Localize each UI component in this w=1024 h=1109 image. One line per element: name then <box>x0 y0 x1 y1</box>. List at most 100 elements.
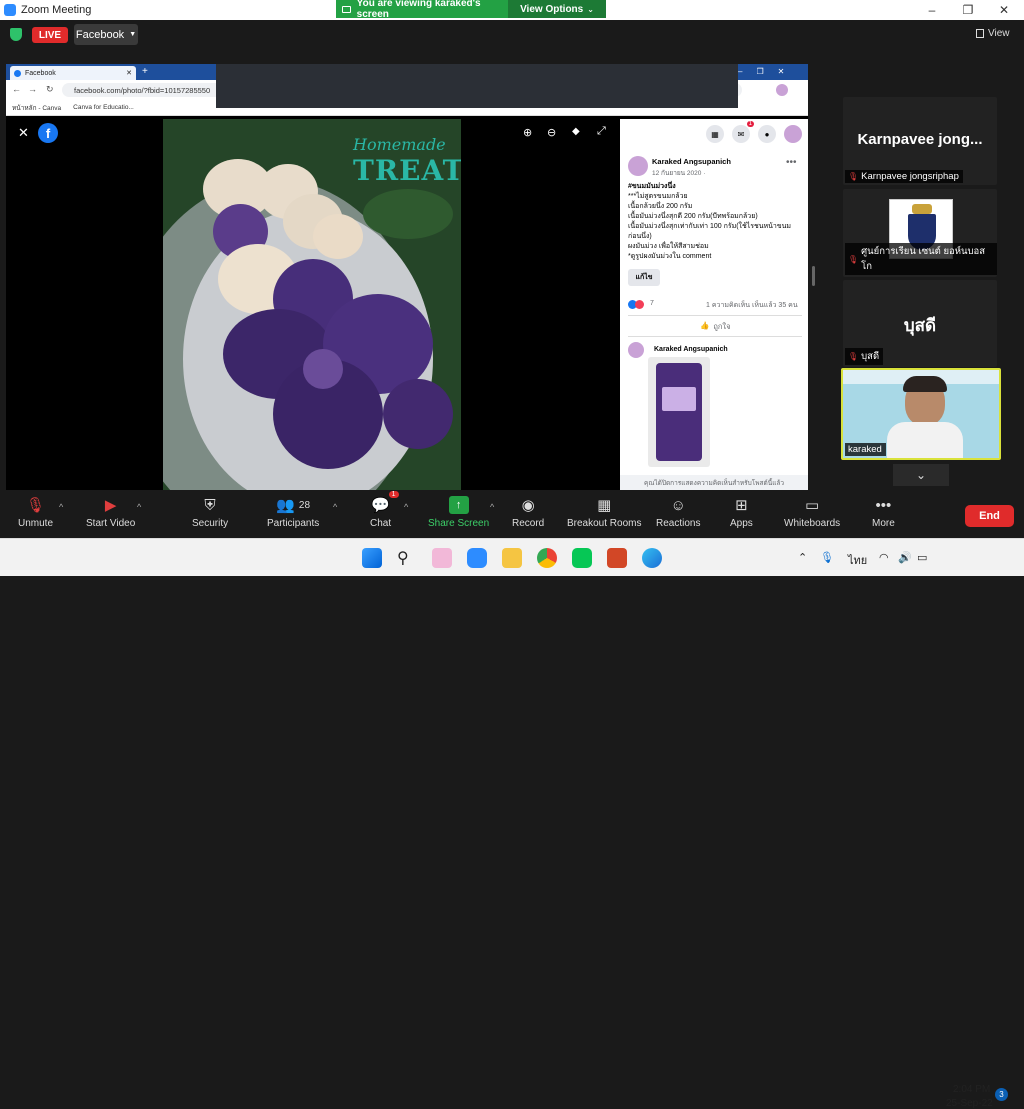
apps-button[interactable]: ⊞ Apps <box>730 496 753 529</box>
security-button[interactable]: ⛨ Security <box>192 496 228 530</box>
meeting-toolbar: 🎙 Unmute ^ ▶ Start Video ^ ⛨ Security 👥 2… <box>0 491 1024 538</box>
commenter-avatar[interactable] <box>628 342 644 358</box>
active-speaker-tile[interactable]: karaked <box>841 368 1001 460</box>
messenger-icon[interactable]: ✉ 1 <box>732 121 754 143</box>
thumbs-up-icon: 👍 <box>700 321 710 330</box>
commenter-name[interactable]: Karaked Angsupanich <box>654 346 728 353</box>
chrome-icon[interactable] <box>537 548 557 568</box>
start-menu-icon[interactable] <box>362 548 382 568</box>
zoom-out-icon[interactable]: ⊖ <box>547 126 556 139</box>
post-line: ***ไม่สูตรขนมกล้วย <box>628 193 688 200</box>
edge-icon[interactable] <box>642 548 662 568</box>
microphone-icon[interactable]: 🎙 <box>820 551 834 564</box>
participant-display-name: บุสดี <box>903 316 937 335</box>
audio-options-caret[interactable]: ^ <box>59 502 63 512</box>
participant-name: karaked <box>848 444 882 455</box>
reaction-count[interactable]: 7 <box>650 300 654 307</box>
chat-options-caret[interactable]: ^ <box>404 502 408 512</box>
forward-arrow-icon[interactable]: → <box>28 84 37 94</box>
screen-share-icon <box>342 5 351 13</box>
edit-post-button[interactable]: แก้ไข <box>628 269 660 286</box>
video-options-caret[interactable]: ^ <box>137 502 141 512</box>
post-author[interactable]: Karaked Angsupanich <box>652 157 731 166</box>
security-shield-icon[interactable] <box>10 28 22 41</box>
zoom-in-icon[interactable]: ⊕ <box>523 126 532 139</box>
bell-icon[interactable]: ● <box>758 125 776 143</box>
browser-tab[interactable]: Facebook ✕ <box>10 66 136 80</box>
clock-time[interactable]: 2:04 PM <box>953 1084 990 1095</box>
splitter-handle[interactable] <box>812 266 815 286</box>
close-viewer-icon[interactable]: ✕ <box>18 125 29 141</box>
windows-taskbar: ⚲ ⌃ 🎙 ไทย ◠ 🔊 ▭ 2:04 PM 25-Sep-22 3 <box>0 538 1024 1109</box>
live-platform-dropdown[interactable]: Facebook ▼ <box>74 24 138 45</box>
unmute-button[interactable]: 🎙 Unmute <box>18 496 53 529</box>
like-button[interactable]: 👍 ถูกใจ <box>700 321 730 333</box>
share-options-caret[interactable]: ^ <box>490 502 494 512</box>
bookmark-item[interactable]: Canva for Educatio... <box>73 104 134 111</box>
bookmark-item[interactable]: หน้าหลัก - Canva <box>12 103 61 113</box>
record-button[interactable]: ◉ Record <box>512 496 544 529</box>
participants-button[interactable]: 👥 28 Participants <box>267 496 319 529</box>
minimize-button[interactable]: – <box>914 0 950 20</box>
post-line: ผงมันม่วง เพื่อให้สีสามช่อม <box>628 243 709 250</box>
whiteboards-button[interactable]: ▭ Whiteboards <box>784 496 840 529</box>
author-avatar[interactable] <box>628 156 648 176</box>
breakout-rooms-button[interactable]: ▦ Breakout Rooms <box>567 496 641 529</box>
tray-chevron-up-icon[interactable]: ⌃ <box>798 551 807 564</box>
clock-date[interactable]: 25-Sep-22 <box>946 1098 993 1109</box>
volume-icon[interactable]: 🔊 <box>898 551 912 564</box>
profile-avatar[interactable] <box>784 125 802 143</box>
menu-grid-icon[interactable]: ▦ <box>706 125 724 143</box>
caret-down-icon: ▼ <box>129 31 137 38</box>
reactions-button[interactable]: ☺ Reactions <box>656 496 700 530</box>
fullscreen-icon[interactable]: ⤢ <box>597 125 606 138</box>
participant-label: 🎙 บุสดี <box>845 348 884 365</box>
profile-avatar-icon[interactable] <box>776 84 788 96</box>
participants-options-caret[interactable]: ^ <box>333 502 337 512</box>
view-options-button[interactable]: View Options ⌄ <box>508 0 606 18</box>
redacted-area <box>216 64 738 108</box>
browser-window-controls: –❐✕ <box>738 67 799 76</box>
chat-icon: 💬 1 <box>371 491 399 514</box>
new-tab-icon[interactable]: + <box>142 66 148 77</box>
participants-label: Participants <box>267 518 320 529</box>
post-options-icon[interactable]: ••• <box>786 157 797 168</box>
facebook-logo-icon[interactable]: f <box>38 123 58 143</box>
view-label: View <box>988 27 1010 39</box>
input-language[interactable]: ไทย <box>848 551 867 569</box>
reload-icon[interactable]: ↻ <box>46 84 54 95</box>
record-icon: ◉ <box>521 497 535 514</box>
view-button[interactable]: View <box>976 26 1020 40</box>
tab-close-icon[interactable]: ✕ <box>126 69 132 77</box>
video-off-icon: ▶ <box>104 497 117 514</box>
search-icon[interactable]: ⚲ <box>397 548 417 568</box>
chat-button[interactable]: 💬 1 Chat <box>370 491 399 529</box>
breakout-label: Breakout Rooms <box>567 518 642 529</box>
post-date[interactable]: 12 กันยายน 2020 · <box>652 168 705 178</box>
powerpoint-icon[interactable] <box>607 548 627 568</box>
file-explorer-icon[interactable] <box>502 548 522 568</box>
restore-button[interactable]: ❐ <box>950 0 986 20</box>
back-arrow-icon[interactable]: ← <box>12 84 21 94</box>
share-screen-button[interactable]: ↑ Share Screen <box>428 496 489 529</box>
tag-icon[interactable]: ◆ <box>572 126 580 137</box>
comment-image[interactable] <box>648 357 710 467</box>
scroll-down-button[interactable]: ⌄ <box>893 464 949 486</box>
more-button[interactable]: ••• More <box>872 496 895 530</box>
end-meeting-button[interactable]: End <box>965 505 1014 527</box>
battery-icon[interactable]: ▭ <box>917 551 927 564</box>
live-badge[interactable]: LIVE <box>32 27 68 43</box>
participant-tile[interactable]: Karnpavee jong... 🎙 Karnpavee jongsripha… <box>843 97 997 185</box>
close-button[interactable]: ✕ <box>986 0 1022 20</box>
participant-tile[interactable]: บุสดี 🎙 บุสดี <box>843 280 997 367</box>
wifi-icon[interactable]: ◠ <box>879 551 889 564</box>
notification-count-badge[interactable]: 3 <box>995 1088 1008 1101</box>
post-stats[interactable]: 1 ความคิดเห็น เห็นแล้ว 35 คน <box>706 300 798 311</box>
participant-name: บุสดี <box>861 351 880 362</box>
participant-tile[interactable]: 🎙 ศูนย์การเรียน เซนต์ ยอห์นบอสโก <box>843 189 997 277</box>
zoom-taskbar-icon[interactable] <box>467 548 487 568</box>
snipping-tool-icon[interactable] <box>432 548 452 568</box>
line-app-icon[interactable] <box>572 548 592 568</box>
start-video-button[interactable]: ▶ Start Video <box>86 496 135 529</box>
record-label: Record <box>512 518 545 529</box>
